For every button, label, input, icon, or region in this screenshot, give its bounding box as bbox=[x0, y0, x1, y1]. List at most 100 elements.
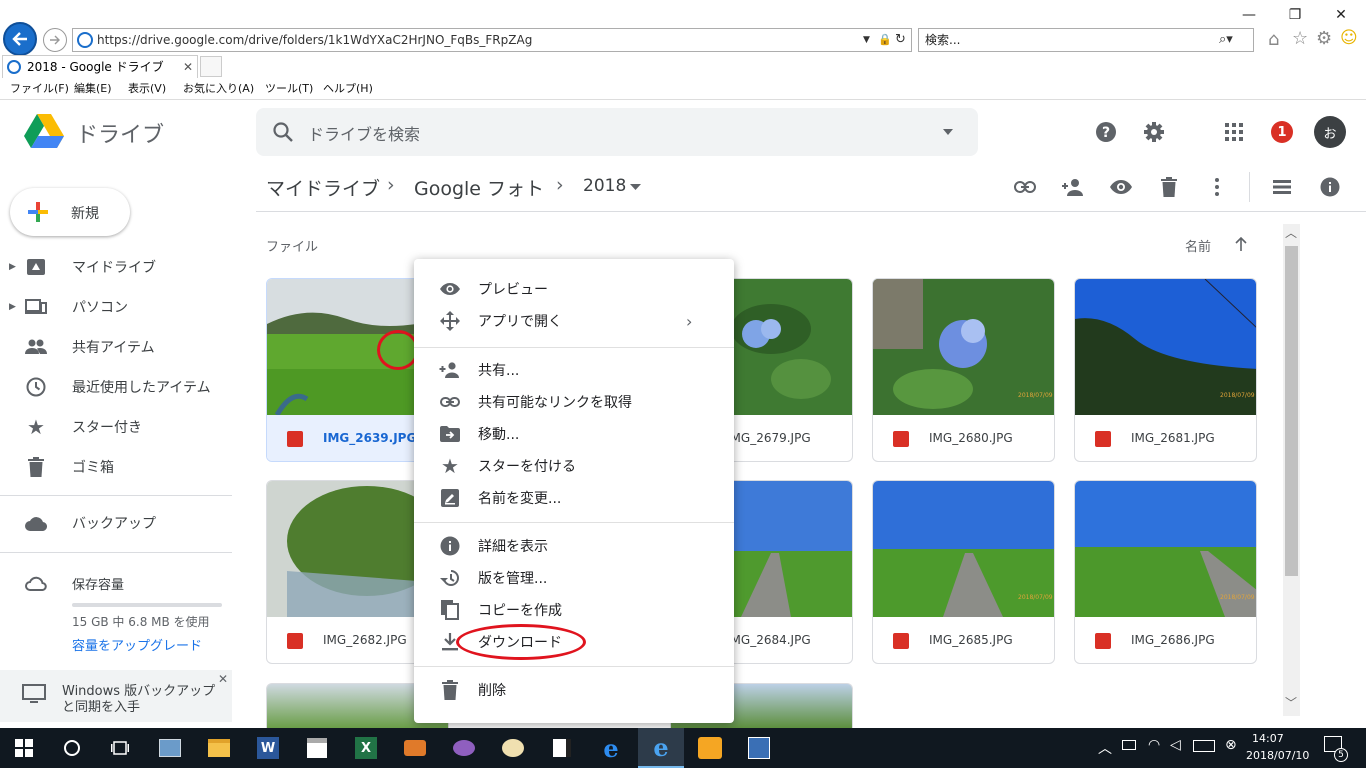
breadcrumb-my-drive[interactable]: マイドライブ bbox=[266, 174, 380, 201]
menu-item-add-star[interactable]: ★ スターを付ける bbox=[414, 450, 734, 482]
tab-close-icon[interactable]: ✕ bbox=[183, 56, 193, 78]
help-button[interactable]: ? bbox=[1090, 116, 1122, 148]
taskbar-app-edge[interactable]: e bbox=[595, 732, 627, 764]
file-card[interactable]: 2018/07/09 IMG_2681.JPG bbox=[1074, 278, 1257, 462]
backup-promo[interactable]: Windows 版バックアップ と同期を入手 ✕ bbox=[0, 670, 232, 722]
taskbar-app-briefcase[interactable] bbox=[399, 732, 431, 764]
sidebar-item-starred[interactable]: ★ スター付き bbox=[0, 407, 256, 447]
sidebar-item-computers[interactable]: ▶ パソコン bbox=[0, 287, 256, 327]
breadcrumb-current-folder[interactable]: 2018 bbox=[583, 176, 626, 196]
browser-search-box[interactable]: 検索... ⌕▾ bbox=[918, 28, 1254, 52]
home-icon[interactable]: ⌂ bbox=[1268, 29, 1279, 50]
scroll-thumb[interactable] bbox=[1285, 246, 1298, 576]
sidebar-item-backups[interactable]: バックアップ bbox=[0, 503, 256, 543]
sidebar-item-trash[interactable]: ゴミ箱 bbox=[0, 447, 256, 487]
expand-arrow-icon[interactable]: ▶ bbox=[9, 262, 16, 272]
search-button[interactable] bbox=[56, 732, 88, 764]
sidebar-item-shared[interactable]: 共有アイテム bbox=[0, 327, 256, 367]
menu-help[interactable]: ヘルプ(H) bbox=[323, 78, 373, 100]
folder-dropdown-icon[interactable] bbox=[630, 184, 641, 191]
sidebar-item-my-drive[interactable]: ▶ マイドライブ bbox=[0, 247, 256, 287]
favorites-star-icon[interactable]: ☆ bbox=[1292, 28, 1308, 49]
menu-item-get-link[interactable]: 共有可能なリンクを取得 bbox=[414, 386, 734, 418]
dropdown-icon[interactable]: ▼ bbox=[863, 29, 870, 51]
taskbar-app-orange[interactable] bbox=[694, 732, 726, 764]
search-options-dropdown-icon[interactable] bbox=[942, 128, 954, 136]
scroll-up-icon[interactable]: ︿ bbox=[1285, 224, 1297, 241]
menu-item-preview[interactable]: プレビュー bbox=[414, 273, 734, 305]
share-button[interactable] bbox=[1057, 171, 1089, 203]
menu-item-make-copy[interactable]: コピーを作成 bbox=[414, 594, 734, 626]
taskbar-app-store[interactable] bbox=[301, 732, 333, 764]
show-hidden-icons[interactable]: ︿ bbox=[1098, 738, 1112, 758]
expand-arrow-icon[interactable]: ▶ bbox=[9, 302, 16, 312]
restore-button[interactable]: ❐ bbox=[1272, 2, 1318, 28]
menu-item-manage-versions[interactable]: 版を管理... bbox=[414, 562, 734, 594]
taskbar-app-word[interactable]: W bbox=[252, 732, 284, 764]
search-icon[interactable]: ⌕▾ bbox=[1219, 29, 1233, 51]
back-button[interactable] bbox=[3, 22, 37, 56]
taskbar-app-excel[interactable]: X bbox=[350, 732, 382, 764]
taskbar-app-sticky-notes[interactable] bbox=[546, 732, 578, 764]
tools-gear-icon[interactable]: ⚙ bbox=[1316, 28, 1332, 49]
menu-item-move[interactable]: 移動... bbox=[414, 418, 734, 450]
taskbar-app-blue[interactable] bbox=[743, 732, 775, 764]
smiley-feedback-icon[interactable]: ☺ bbox=[1340, 28, 1358, 48]
taskbar-app-paint[interactable] bbox=[497, 732, 529, 764]
drive-search-box[interactable]: ドライブを検索 bbox=[256, 108, 978, 156]
settings-button[interactable] bbox=[1138, 116, 1170, 148]
browser-tab[interactable]: 2018 - Google ドライブ ✕ bbox=[2, 55, 198, 78]
account-avatar[interactable]: お bbox=[1314, 116, 1346, 148]
new-button[interactable]: 新規 bbox=[10, 188, 130, 236]
close-window-button[interactable]: ✕ bbox=[1318, 2, 1364, 28]
taskbar-app-file-explorer[interactable] bbox=[203, 732, 235, 764]
task-view-button[interactable] bbox=[104, 732, 136, 764]
more-actions-button[interactable] bbox=[1201, 171, 1233, 203]
lock-icon[interactable]: 🔒 bbox=[878, 29, 892, 51]
forward-button[interactable] bbox=[43, 28, 67, 52]
preview-button[interactable] bbox=[1105, 171, 1137, 203]
menu-item-share[interactable]: 共有... bbox=[414, 354, 734, 386]
new-tab-button[interactable] bbox=[200, 56, 222, 77]
menu-item-open-with[interactable]: アプリで開く › bbox=[414, 305, 734, 337]
refresh-icon[interactable]: ↻ bbox=[895, 29, 906, 51]
breadcrumb-google-photos[interactable]: Google フォト bbox=[414, 174, 544, 201]
list-view-button[interactable] bbox=[1266, 171, 1298, 203]
menu-view[interactable]: 表示(V) bbox=[128, 78, 166, 100]
menu-item-view-details[interactable]: 詳細を表示 bbox=[414, 530, 734, 562]
file-card[interactable]: 2018/07/09 IMG_2680.JPG bbox=[872, 278, 1055, 462]
scroll-down-icon[interactable]: ﹀ bbox=[1285, 694, 1297, 711]
ime-icon[interactable]: ⊗ bbox=[1225, 737, 1237, 753]
keyboard-icon[interactable] bbox=[1193, 740, 1215, 752]
menu-item-rename[interactable]: 名前を変更... bbox=[414, 482, 734, 514]
file-card[interactable]: 2018/07/09 IMG_2685.JPG bbox=[872, 480, 1055, 664]
notifications-badge[interactable]: 1 bbox=[1271, 121, 1293, 143]
menu-tools[interactable]: ツール(T) bbox=[265, 78, 313, 100]
menu-file[interactable]: ファイル(F) bbox=[10, 78, 69, 100]
taskbar-app-paint3d[interactable] bbox=[448, 732, 480, 764]
minimize-button[interactable]: — bbox=[1226, 2, 1272, 28]
file-card[interactable]: 2018/07/09 IMG_2686.JPG bbox=[1074, 480, 1257, 664]
taskbar-app-internet-explorer[interactable]: e bbox=[638, 728, 684, 768]
drive-logo-icon[interactable] bbox=[24, 114, 64, 150]
apps-launcher-button[interactable] bbox=[1218, 116, 1250, 148]
remove-button[interactable] bbox=[1153, 171, 1185, 203]
menu-edit[interactable]: 編集(E) bbox=[74, 78, 112, 100]
wifi-icon[interactable]: ◠ bbox=[1148, 737, 1160, 753]
start-button[interactable] bbox=[8, 732, 40, 764]
details-button[interactable] bbox=[1314, 171, 1346, 203]
close-promo-icon[interactable]: ✕ bbox=[218, 672, 228, 686]
clock-time[interactable]: 14:07 bbox=[1252, 732, 1284, 745]
taskbar-app-explorer-alt[interactable] bbox=[154, 732, 186, 764]
scrollbar[interactable]: ︿ ﹀ bbox=[1283, 224, 1300, 716]
menu-favorites[interactable]: お気に入り(A) bbox=[183, 78, 254, 100]
sidebar-item-storage[interactable]: 保存容量 bbox=[0, 563, 256, 603]
battery-icon[interactable] bbox=[1122, 740, 1136, 750]
volume-icon[interactable]: ◁ bbox=[1170, 737, 1181, 753]
storage-upgrade-link[interactable]: 容量をアップグレード bbox=[72, 635, 202, 654]
get-link-button[interactable] bbox=[1009, 171, 1041, 203]
sidebar-item-recent[interactable]: 最近使用したアイテム bbox=[0, 367, 256, 407]
address-bar[interactable]: https://drive.google.com/drive/folders/1… bbox=[72, 28, 912, 52]
menu-item-remove[interactable]: 削除 bbox=[414, 674, 734, 706]
sort-label[interactable]: 名前 bbox=[1185, 236, 1211, 255]
